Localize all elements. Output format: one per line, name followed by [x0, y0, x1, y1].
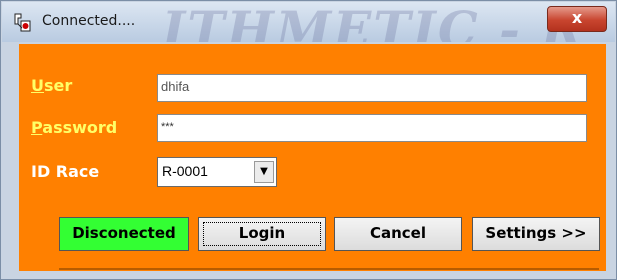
- idrace-select[interactable]: R-0001 ▼: [157, 157, 277, 187]
- title-bar[interactable]: ITHMETIC - R Connected.... x: [2, 2, 615, 42]
- app-icon: [14, 13, 31, 32]
- login-button[interactable]: Login: [198, 217, 326, 251]
- close-icon: x: [571, 8, 583, 27]
- password-field[interactable]: ***: [157, 114, 587, 142]
- close-button[interactable]: x: [547, 6, 607, 32]
- title-watermark: ITHMETIC - R: [162, 2, 585, 42]
- idrace-label: ID Race: [31, 162, 100, 181]
- idrace-selected-value: R-0001: [162, 163, 208, 179]
- chevron-down-icon[interactable]: ▼: [254, 161, 274, 183]
- user-field[interactable]: dhifa: [157, 74, 587, 102]
- window-title: Connected....: [42, 13, 136, 29]
- cancel-button[interactable]: Cancel: [334, 217, 462, 251]
- user-label: User: [31, 76, 73, 95]
- login-dialog-window: ITHMETIC - R Connected.... x User dhifa …: [0, 0, 617, 280]
- connection-status-button[interactable]: Disconected: [59, 217, 189, 251]
- login-form-panel: User dhifa Password *** ID Race R-0001 ▼…: [19, 44, 606, 271]
- settings-button[interactable]: Settings >>: [472, 217, 600, 251]
- password-label: Password: [31, 118, 118, 137]
- divider: [59, 268, 599, 270]
- focus-rect: [203, 222, 321, 246]
